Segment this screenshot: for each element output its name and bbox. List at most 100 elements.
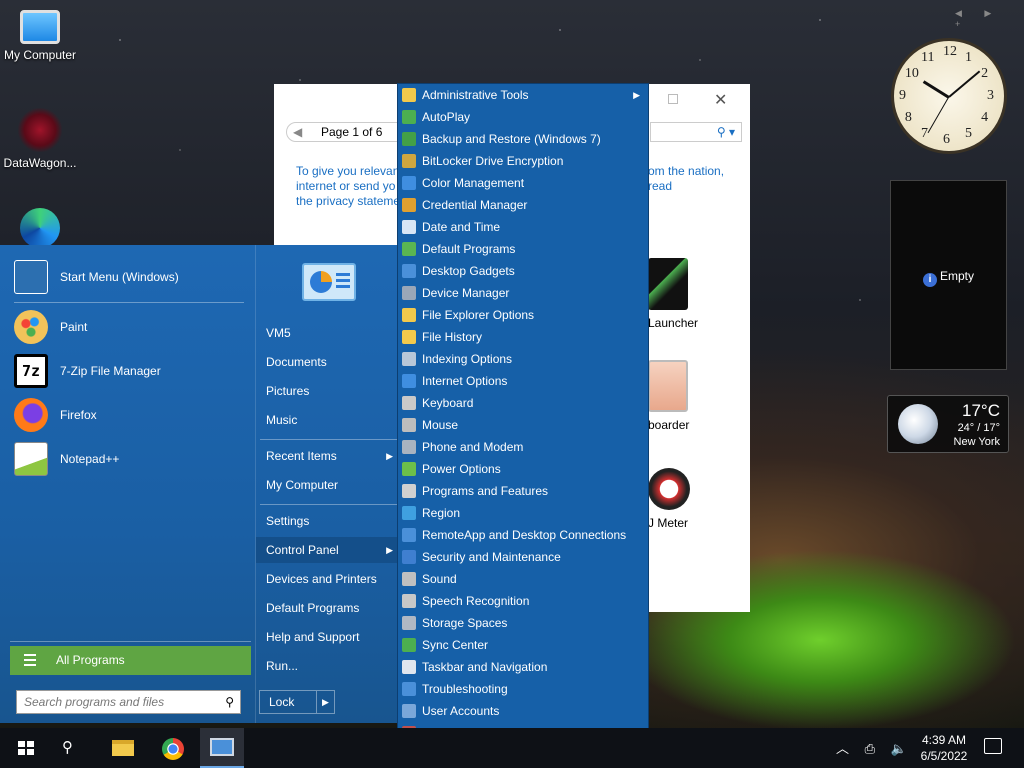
- cp-item-power-options[interactable]: Power Options: [398, 458, 648, 480]
- cp-item-icon: [402, 462, 416, 476]
- cp-item-label: Sync Center: [422, 638, 489, 652]
- desktop-icon-label: My Computer: [3, 48, 77, 62]
- clock-gadget: 12 1 2 3 4 5 6 7 8 9 10 11: [891, 38, 1007, 154]
- cp-item-troubleshooting[interactable]: Troubleshooting: [398, 678, 648, 700]
- item-label: Help and Support: [266, 630, 360, 644]
- cp-item-internet-options[interactable]: Internet Options: [398, 370, 648, 392]
- start-right-music[interactable]: Music: [256, 407, 401, 433]
- cp-item-icon: [402, 110, 416, 124]
- start-menu: Start Menu (Windows) Paint 7z 7-Zip File…: [0, 245, 401, 723]
- sidebar-nav-arrows[interactable]: ◀ ▶ +: [955, 8, 1024, 29]
- cp-item-keyboard[interactable]: Keyboard: [398, 392, 648, 414]
- taskbar-file-explorer[interactable]: [100, 728, 144, 768]
- clock-number: 9: [899, 88, 906, 103]
- cp-item-security-and-maintenance[interactable]: Security and Maintenance: [398, 546, 648, 568]
- taskbar: ⚲ ︿ ⎙ 🔈 4:39 AM 6/5/2022: [0, 728, 1024, 768]
- cp-item-label: Color Management: [422, 176, 525, 190]
- start-right-recent-items[interactable]: Recent Items ▶: [256, 443, 401, 469]
- weather-gadget: 17°C 24° / 17° New York: [887, 395, 1009, 453]
- meter-gadget-icon: [648, 468, 690, 510]
- gadget-boarder[interactable]: boarder: [648, 360, 689, 432]
- start-right-pictures[interactable]: Pictures: [256, 378, 401, 404]
- cp-item-user-accounts[interactable]: User Accounts: [398, 700, 648, 722]
- cp-item-taskbar-and-navigation[interactable]: Taskbar and Navigation: [398, 656, 648, 678]
- cp-item-device-manager[interactable]: Device Manager: [398, 282, 648, 304]
- weather-range: 24° / 17°: [957, 422, 1000, 434]
- cp-item-administrative-tools[interactable]: Administrative Tools ▶: [398, 84, 648, 106]
- cp-item-programs-and-features[interactable]: Programs and Features: [398, 480, 648, 502]
- cp-item-backup-and-restore-windows-7[interactable]: Backup and Restore (Windows 7): [398, 128, 648, 150]
- taskbar-chrome[interactable]: [150, 728, 194, 768]
- cp-item-icon: [402, 594, 416, 608]
- remote-desktop-icon: [210, 738, 234, 756]
- start-right-vm5[interactable]: VM5: [256, 320, 401, 346]
- desktop-icon-datawagon[interactable]: DataWagon...: [0, 108, 80, 170]
- cp-item-autoplay[interactable]: AutoPlay: [398, 106, 648, 128]
- pinned-start-menu-windows[interactable]: Start Menu (Windows): [14, 257, 248, 297]
- start-right-control-panel[interactable]: Control Panel ▶: [256, 537, 401, 563]
- window-search-box[interactable]: ⚲ ▾: [650, 122, 742, 142]
- item-label: Recent Items: [266, 449, 337, 463]
- cp-item-icon: [402, 198, 416, 212]
- notification-icon[interactable]: [984, 738, 1002, 754]
- start-right-documents[interactable]: Documents: [256, 349, 401, 375]
- cp-item-storage-spaces[interactable]: Storage Spaces: [398, 612, 648, 634]
- desktop-icon-label: DataWagon...: [3, 156, 77, 170]
- start-right-settings[interactable]: Settings: [256, 508, 401, 534]
- cp-item-file-explorer-options[interactable]: File Explorer Options: [398, 304, 648, 326]
- clock-number: 2: [981, 66, 989, 81]
- gadget-label: J Meter: [648, 516, 689, 530]
- cp-item-default-programs[interactable]: Default Programs: [398, 238, 648, 260]
- cp-item-icon: [402, 638, 416, 652]
- pinned-notepadpp[interactable]: Notepad++: [14, 439, 248, 479]
- cp-item-label: Programs and Features: [422, 484, 549, 498]
- chevron-left-icon[interactable]: ◀: [293, 123, 302, 141]
- privacy-text-left: To give you relevan internet or send yo …: [296, 164, 401, 208]
- start-right-my-computer[interactable]: My Computer: [256, 472, 401, 498]
- cp-item-icon: [402, 220, 416, 234]
- cp-item-speech-recognition[interactable]: Speech Recognition: [398, 590, 648, 612]
- maximize-icon[interactable]: [668, 94, 678, 104]
- cp-item-mouse[interactable]: Mouse: [398, 414, 648, 436]
- lock-button[interactable]: Lock ▶: [259, 690, 335, 714]
- desktop-icon-my-computer[interactable]: My Computer: [0, 10, 80, 62]
- cp-item-color-management[interactable]: Color Management: [398, 172, 648, 194]
- cp-item-remoteapp-and-desktop-connections[interactable]: RemoteApp and Desktop Connections: [398, 524, 648, 546]
- page-navigator[interactable]: ◀ Page 1 of 6: [286, 122, 406, 142]
- cp-item-icon: [402, 308, 416, 322]
- cp-item-credential-manager[interactable]: Credential Manager: [398, 194, 648, 216]
- chevron-right-icon: ▶: [386, 545, 393, 555]
- cp-item-region[interactable]: Region: [398, 502, 648, 524]
- pinned-label: Firefox: [60, 408, 97, 422]
- chevron-right-icon[interactable]: ▶: [316, 691, 334, 713]
- pinned-firefox[interactable]: Firefox: [14, 395, 248, 435]
- gadget-launcher[interactable]: Launcher: [648, 258, 698, 330]
- cp-item-file-history[interactable]: File History: [398, 326, 648, 348]
- taskbar-search-icon[interactable]: ⚲: [62, 738, 82, 758]
- gadget-meter[interactable]: J Meter: [648, 468, 690, 530]
- firefox-icon: [14, 398, 48, 432]
- cp-item-icon: [402, 264, 416, 278]
- cp-item-indexing-options[interactable]: Indexing Options: [398, 348, 648, 370]
- close-icon[interactable]: ✕: [714, 90, 727, 110]
- taskbar-clock[interactable]: 4:39 AM 6/5/2022: [914, 732, 974, 764]
- all-programs-button[interactable]: All Programs: [10, 646, 251, 675]
- cp-item-desktop-gadgets[interactable]: Desktop Gadgets: [398, 260, 648, 282]
- start-right-default-programs[interactable]: Default Programs: [256, 595, 401, 621]
- cp-item-phone-and-modem[interactable]: Phone and Modem: [398, 436, 648, 458]
- start-right-devices-printers[interactable]: Devices and Printers: [256, 566, 401, 592]
- pinned-7zip[interactable]: 7z 7-Zip File Manager: [14, 351, 248, 391]
- cp-item-icon: [402, 704, 416, 718]
- cp-item-label: Speech Recognition: [422, 594, 530, 608]
- cp-item-sound[interactable]: Sound: [398, 568, 648, 590]
- start-button[interactable]: [2, 728, 46, 768]
- cp-item-sync-center[interactable]: Sync Center: [398, 634, 648, 656]
- taskbar-remote-desktop[interactable]: [200, 728, 244, 768]
- start-search-input[interactable]: Search programs and files ⚲: [16, 690, 241, 714]
- cp-item-date-and-time[interactable]: Date and Time: [398, 216, 648, 238]
- tray-icons[interactable]: ︿ ⎙ 🔈: [836, 738, 913, 757]
- start-right-run[interactable]: Run...: [256, 653, 401, 679]
- start-right-help-support[interactable]: Help and Support: [256, 624, 401, 650]
- pinned-paint[interactable]: Paint: [14, 307, 248, 347]
- cp-item-bitlocker-drive-encryption[interactable]: BitLocker Drive Encryption: [398, 150, 648, 172]
